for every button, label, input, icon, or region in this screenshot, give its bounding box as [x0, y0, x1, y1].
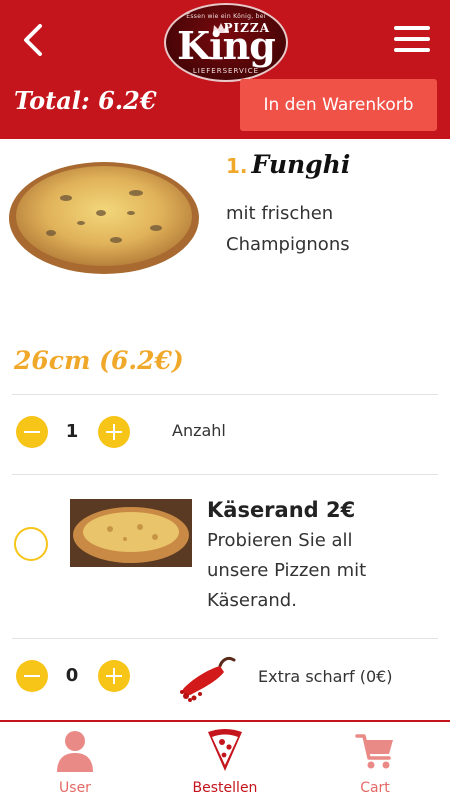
product-number: 1.: [226, 154, 248, 178]
logo-tagline: Essen wie ein König, bei: [186, 13, 266, 20]
kaeserand-description-line: Käserand.: [207, 590, 297, 611]
divider: [12, 394, 438, 395]
pizza-slice-icon: [208, 729, 242, 771]
product-description: mit frischen Champignons: [226, 198, 426, 260]
nav-cart-label: Cart: [360, 780, 390, 796]
nav-cart[interactable]: Cart: [300, 722, 450, 800]
order-total: Total: 6.2€: [14, 86, 157, 115]
decrease-quantity-button[interactable]: [16, 416, 48, 448]
extra-scharf-label: Extra scharf (0€): [258, 667, 393, 686]
product-description-line: mit frischen: [226, 203, 334, 224]
logo-subtitle: LIEFERSERVICE: [192, 67, 260, 75]
chevron-left-icon: [24, 24, 42, 56]
kaeserand-description-line: unsere Pizzen mit: [207, 560, 367, 581]
product-title: 1. Funghi: [226, 150, 350, 179]
product-description-line: Champignons: [226, 234, 350, 255]
header-bar: Essen wie ein König, bei PIZZA King LIEF…: [0, 0, 450, 139]
divider: [12, 474, 438, 475]
nav-bestellen-label: Bestellen: [192, 780, 258, 796]
cart-icon: [355, 734, 393, 769]
logo-king-text: King: [177, 23, 276, 68]
nav-bestellen[interactable]: Bestellen: [150, 722, 300, 800]
increase-quantity-button[interactable]: [98, 416, 130, 448]
hamburger-icon: [394, 26, 432, 52]
pizza-king-logo: Essen wie ein König, bei PIZZA King LIEF…: [164, 3, 288, 82]
add-to-cart-button[interactable]: In den Warenkorb: [240, 79, 437, 131]
back-button[interactable]: [18, 22, 52, 58]
nav-user-label: User: [59, 780, 91, 796]
kaeserand-title: Käserand 2€: [207, 498, 356, 522]
kaeserand-pizza-image: [70, 499, 192, 567]
product-name: Funghi: [251, 150, 351, 179]
quantity-label: Anzahl: [172, 421, 226, 440]
quantity-value: 1: [65, 421, 79, 442]
user-icon: [57, 731, 93, 772]
kaeserand-description: Probieren Sie all unsere Pizzen mit Käse…: [207, 526, 427, 616]
decrease-extra-scharf-button[interactable]: [16, 660, 48, 692]
bottom-navigation: User Bestellen Cart: [0, 720, 450, 800]
menu-button[interactable]: [394, 26, 432, 54]
increase-extra-scharf-button[interactable]: [98, 660, 130, 692]
chili-pepper-icon: [180, 656, 236, 702]
nav-user[interactable]: User: [0, 722, 150, 800]
extra-scharf-quantity: 0: [65, 665, 79, 686]
size-price-label: 26cm (6.2€): [14, 346, 184, 375]
pizza-funghi-image: [9, 162, 199, 274]
kaeserand-description-line: Probieren Sie all: [207, 530, 353, 551]
kaeserand-radio[interactable]: [14, 527, 48, 561]
divider: [12, 638, 438, 639]
